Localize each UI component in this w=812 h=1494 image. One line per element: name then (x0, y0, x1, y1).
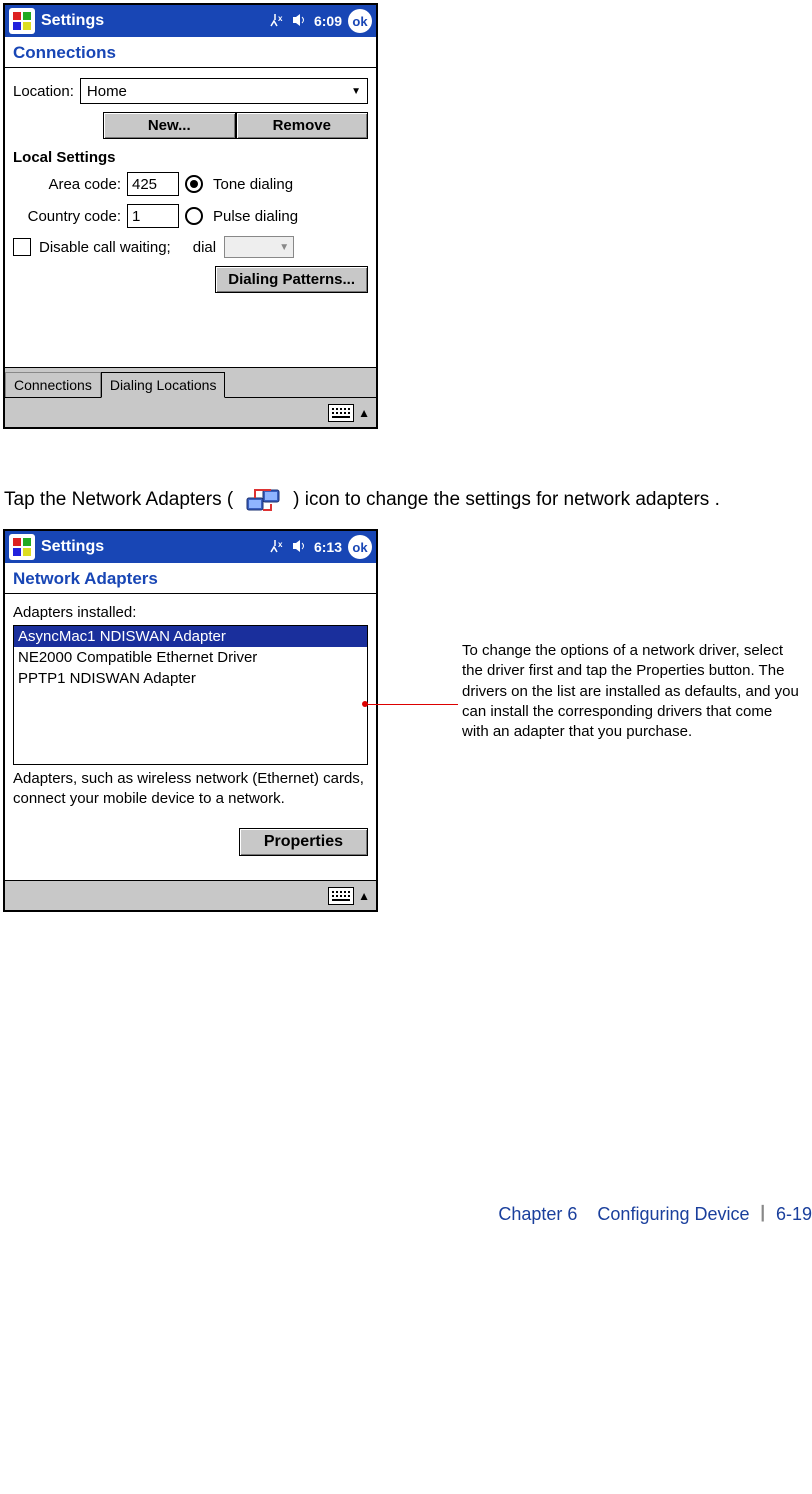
tab-connections[interactable]: Connections (5, 372, 101, 397)
sip-bar: ▲ (5, 880, 376, 910)
clock-time: 6:13 (314, 539, 342, 555)
tab-dialing-locations[interactable]: Dialing Locations (101, 372, 226, 398)
properties-button[interactable]: Properties (239, 828, 368, 856)
titlebar: Settings x 6:13 ok (5, 531, 376, 563)
window-title: Settings (41, 12, 270, 30)
chevron-down-icon: ▼ (351, 86, 361, 97)
list-item[interactable]: PPTP1 NDISWAN Adapter (14, 668, 367, 689)
pulse-dialing-label: Pulse dialing (213, 208, 298, 225)
area-code-input[interactable]: 425 (127, 172, 179, 196)
svg-text:x: x (278, 540, 283, 549)
tab-bar: Connections Dialing Locations (5, 367, 376, 397)
volume-icon (292, 13, 308, 30)
screenshot-network-adapters: Settings x 6:13 ok Network Adapters Adap… (3, 529, 378, 912)
remove-button[interactable]: Remove (236, 112, 369, 139)
clock-time: 6:09 (314, 13, 342, 29)
new-button[interactable]: New... (103, 112, 236, 139)
country-code-input[interactable]: 1 (127, 204, 179, 228)
location-value: Home (87, 83, 127, 100)
dial-select[interactable]: ▼ (224, 236, 294, 258)
tone-dialing-radio[interactable] (185, 175, 203, 193)
keyboard-icon[interactable] (328, 404, 354, 422)
tone-dialing-label: Tone dialing (213, 176, 293, 193)
sip-up-icon[interactable]: ▲ (358, 889, 370, 903)
callout-text: To change the options of a network drive… (462, 641, 802, 742)
disable-call-waiting-label: Disable call waiting; (39, 239, 171, 256)
dialing-patterns-button[interactable]: Dialing Patterns... (215, 266, 368, 293)
callout-line (368, 704, 458, 705)
signal-icon: x (270, 13, 286, 30)
pulse-dialing-radio[interactable] (185, 207, 203, 225)
dial-label: dial (193, 239, 216, 256)
local-settings-header: Local Settings (5, 143, 376, 168)
page-subtitle: Network Adapters (5, 563, 376, 594)
screenshot-connections: Settings x 6:09 ok Connections Location:… (3, 3, 378, 429)
help-text: Adapters, such as wireless network (Ethe… (5, 769, 376, 828)
country-code-label: Country code: (13, 208, 121, 225)
page-subtitle: Connections (5, 37, 376, 68)
location-select[interactable]: Home ▼ (80, 78, 368, 104)
area-code-label: Area code: (13, 176, 121, 193)
svg-text:x: x (278, 14, 283, 23)
list-item[interactable]: NE2000 Compatible Ethernet Driver (14, 647, 367, 668)
chevron-down-icon: ▼ (279, 242, 289, 253)
list-item[interactable]: AsyncMac1 NDISWAN Adapter (14, 626, 367, 647)
adapters-listbox[interactable]: AsyncMac1 NDISWAN Adapter NE2000 Compati… (13, 625, 368, 765)
instruction-text: Tap the Network Adapters ( ) icon to cha… (4, 484, 808, 516)
network-adapters-icon (245, 484, 281, 516)
disable-call-waiting-checkbox[interactable] (13, 238, 31, 256)
start-icon[interactable] (9, 534, 35, 560)
sip-bar: ▲ (5, 397, 376, 427)
titlebar: Settings x 6:09 ok (5, 5, 376, 37)
separator-icon: ┃ (759, 1205, 767, 1221)
window-title: Settings (41, 538, 270, 556)
ok-button[interactable]: ok (348, 535, 372, 559)
signal-icon: x (270, 539, 286, 556)
volume-icon (292, 539, 308, 556)
sip-up-icon[interactable]: ▲ (358, 406, 370, 420)
location-label: Location: (13, 83, 74, 100)
keyboard-icon[interactable] (328, 887, 354, 905)
page-footer: Chapter 6 Configuring Device ┃ 6-19 (498, 1204, 812, 1225)
start-icon[interactable] (9, 8, 35, 34)
ok-button[interactable]: ok (348, 9, 372, 33)
adapters-installed-label: Adapters installed: (5, 594, 376, 621)
